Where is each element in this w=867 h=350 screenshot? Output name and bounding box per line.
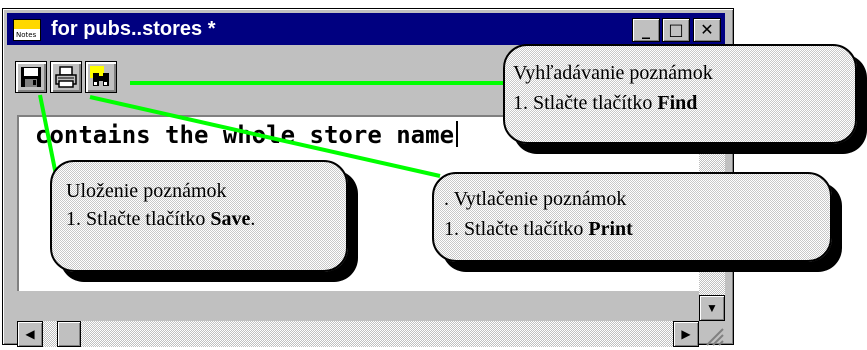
find-callout-title: Vyhľadávanie poznámok xyxy=(513,62,713,84)
print-callout: . Vytlačenie poznámok 1. Stlačte tlačítk… xyxy=(432,172,832,262)
find-callout-step: 1. Stlačte tlačítko Find xyxy=(513,92,698,114)
save-connector xyxy=(38,94,58,176)
print-callout-title: . Vytlačenie poznámok xyxy=(444,188,627,210)
print-callout-step: 1. Stlačte tlačítko Print xyxy=(444,218,633,240)
save-callout: Uloženie poznámok 1. Stlačte tlačítko Sa… xyxy=(50,160,348,272)
find-callout: Vyhľadávanie poznámok 1. Stlačte tlačítk… xyxy=(503,44,857,144)
save-callout-step: 1. Stlačte tlačítko Save. xyxy=(66,208,256,230)
save-callout-title: Uloženie poznámok xyxy=(66,180,227,202)
